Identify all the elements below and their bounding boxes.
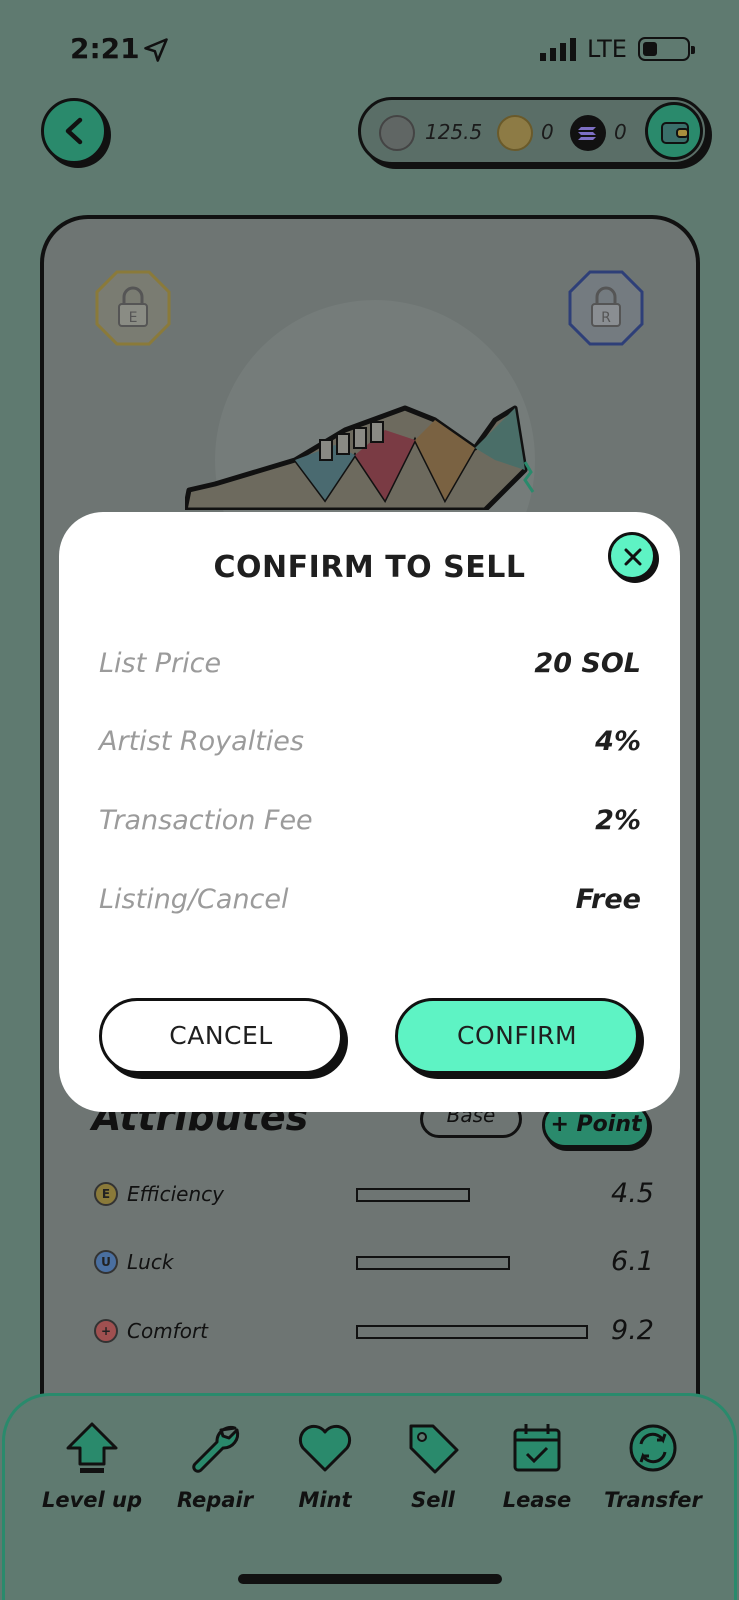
sell-button[interactable]: Sell — [373, 1420, 493, 1530]
attribute-value: 9.2 — [611, 1315, 654, 1346]
confirm-button[interactable]: CONFIRM — [395, 998, 639, 1074]
row-value: 20 SOL — [534, 648, 641, 679]
svg-text:E: E — [129, 310, 138, 326]
row-value: 4% — [595, 726, 641, 757]
attribute-value: 4.5 — [611, 1178, 654, 1209]
attribute-name: Efficiency — [127, 1182, 224, 1206]
dialog-title: CONFIRM TO SELL — [213, 550, 526, 585]
row-value: 2% — [595, 805, 641, 836]
wrench-icon — [192, 1425, 240, 1473]
calendar-icon — [513, 1424, 561, 1472]
artist-royalties-row: Artist Royalties 4% — [99, 726, 641, 766]
row-label: List Price — [99, 648, 222, 679]
action-bar: Level up Repair Mint Sell Lease Transfer — [2, 1393, 737, 1600]
balance-pill: 125.5 0 0 — [358, 97, 708, 165]
action-label: Repair — [176, 1488, 254, 1512]
network-label: LTE — [587, 35, 627, 63]
attribute-row-comfort: + Comfort 9.2 — [94, 1313, 654, 1353]
gst-coin-icon — [379, 115, 415, 151]
action-label: Level up — [41, 1488, 143, 1512]
list-price-row: List Price 20 SOL — [99, 648, 641, 688]
attribute-name: Luck — [127, 1250, 174, 1274]
row-value: Free — [575, 884, 641, 915]
cancel-button[interactable]: CANCEL — [99, 998, 343, 1074]
action-label: Lease — [502, 1488, 572, 1512]
attribute-name: Comfort — [127, 1319, 209, 1343]
sol-coin-icon — [570, 115, 606, 151]
status-bar: 2:21 LTE — [0, 0, 739, 100]
gmt-coin-icon — [497, 115, 533, 151]
row-label: Transaction Fee — [99, 805, 313, 836]
level-up-icon — [66, 1422, 118, 1473]
luck-icon: U — [94, 1250, 118, 1274]
back-button[interactable] — [41, 98, 107, 164]
level-up-button[interactable]: Level up — [32, 1420, 152, 1530]
attribute-row-efficiency: E Efficiency 4.5 — [94, 1176, 654, 1216]
svg-text:R: R — [601, 310, 611, 326]
battery-icon — [638, 37, 695, 61]
comfort-icon: + — [94, 1319, 118, 1343]
repair-button[interactable]: Repair — [155, 1420, 275, 1530]
row-label: Artist Royalties — [99, 726, 304, 757]
lock-e-icon[interactable]: E — [95, 270, 171, 346]
gst-balance: 125.5 — [425, 120, 483, 144]
wallet-icon — [661, 122, 689, 144]
attribute-bar — [356, 1256, 510, 1270]
wallet-button[interactable] — [645, 102, 703, 160]
action-label: Sell — [411, 1488, 455, 1512]
row-label: Listing/Cancel — [99, 884, 289, 915]
lease-button[interactable]: Lease — [477, 1420, 597, 1530]
transfer-button[interactable]: Transfer — [593, 1420, 713, 1530]
tag-icon — [409, 1424, 459, 1474]
close-icon — [624, 548, 642, 566]
sol-balance: 0 — [614, 120, 627, 144]
close-button[interactable] — [608, 532, 656, 580]
action-label: Transfer — [604, 1488, 702, 1512]
heart-icon — [298, 1424, 352, 1472]
efficiency-icon: E — [94, 1182, 118, 1206]
gmt-balance: 0 — [541, 120, 554, 144]
signal-icon — [540, 38, 576, 61]
status-time: 2:21 — [70, 32, 140, 65]
action-label: Mint — [298, 1488, 352, 1512]
attribute-value: 6.1 — [611, 1246, 654, 1277]
confirm-sell-dialog: CONFIRM TO SELL List Price 20 SOL Artist… — [59, 512, 680, 1112]
sneaker-image — [185, 405, 535, 510]
attribute-bar — [356, 1325, 588, 1339]
attribute-row-luck: U Luck 6.1 — [94, 1244, 654, 1284]
listing-cancel-row: Listing/Cancel Free — [99, 884, 641, 924]
chevron-left-icon — [65, 117, 83, 145]
transfer-icon — [629, 1424, 677, 1472]
lock-r-icon[interactable]: R — [568, 270, 644, 346]
mint-button[interactable]: Mint — [265, 1420, 385, 1530]
location-arrow-icon — [144, 38, 168, 62]
attribute-bar — [356, 1188, 470, 1202]
transaction-fee-row: Transaction Fee 2% — [99, 805, 641, 845]
home-indicator — [238, 1574, 502, 1584]
